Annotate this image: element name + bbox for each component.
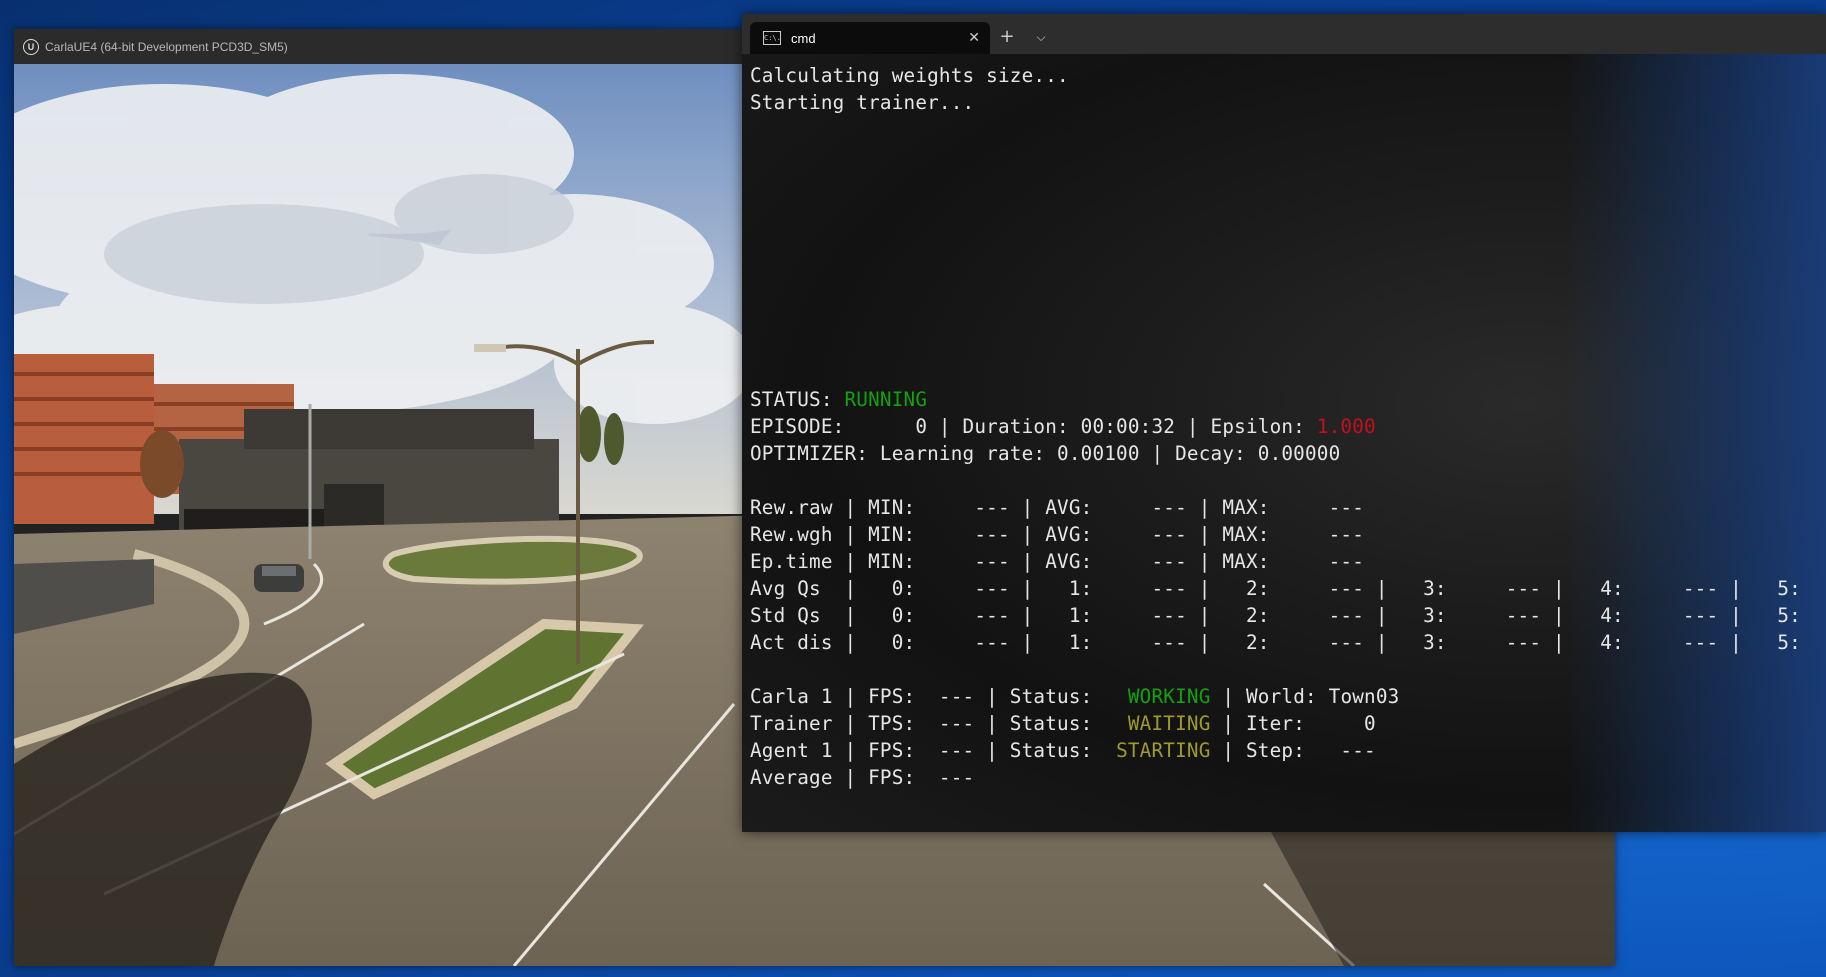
grass-island-far	[382, 535, 643, 585]
cmd-icon: C:\.	[763, 31, 781, 45]
dropdown-chevron-icon[interactable]: ⌵	[1024, 22, 1058, 54]
ep-time-line: Ep.time | MIN: --- | AVG: --- | MAX: ---	[750, 550, 1365, 573]
terminal-output[interactable]: Calculating weights size... Starting tra…	[742, 54, 1826, 832]
act-dis-line: Act dis | 0: --- | 1: --- | 2: --- | 3: …	[750, 631, 1801, 654]
std-qs-line: Std Qs | 0: --- | 1: --- | 2: --- | 3: -…	[750, 604, 1801, 627]
status-running: RUNNING	[844, 388, 928, 411]
unreal-logo-icon: U	[23, 38, 39, 55]
tab-close-icon[interactable]: ✕	[968, 29, 980, 46]
agent1-prefix: Agent 1 | FPS: --- | Status:	[750, 739, 1117, 762]
car	[254, 564, 304, 592]
trainer-suffix: | Iter: 0	[1210, 712, 1376, 735]
line-calculating: Calculating weights size...	[750, 64, 1069, 87]
rew-wgh-line: Rew.wgh | MIN: --- | AVG: --- | MAX: ---	[750, 523, 1365, 546]
epsilon-value: 1.000	[1316, 415, 1376, 438]
carla-window-title: CarlaUE4 (64-bit Development PCD3D_SM5)	[45, 39, 288, 54]
episode-line: EPISODE: 0 | Duration: 00:00:32 | Epsilo…	[750, 415, 1317, 438]
terminal-tabbar: C:\. cmd ✕ + ⌵	[742, 14, 1826, 54]
terminal-window[interactable]: C:\. cmd ✕ + ⌵ Calculating weights size.…	[742, 14, 1826, 832]
optimizer-line: OPTIMIZER: Learning rate: 0.00100 | Deca…	[750, 442, 1341, 465]
trainer-status: WAITING	[1127, 712, 1211, 735]
agent1-suffix: | Step: ---	[1210, 739, 1376, 762]
tab-cmd[interactable]: C:\. cmd ✕	[750, 22, 990, 54]
agent1-status: STARTING	[1116, 739, 1211, 762]
new-tab-button[interactable]: +	[990, 22, 1024, 54]
average-line: Average | FPS: ---	[750, 766, 975, 789]
status-label: STATUS:	[750, 388, 845, 411]
avg-qs-line: Avg Qs | 0: --- | 1: --- | 2: --- | 3: -…	[750, 577, 1801, 600]
line-starting: Starting trainer...	[750, 91, 975, 114]
trainer-prefix: Trainer | TPS: --- | Status:	[750, 712, 1128, 735]
rew-raw-line: Rew.raw | MIN: --- | AVG: --- | MAX: ---	[750, 496, 1365, 519]
carla1-suffix: | World: Town03	[1210, 685, 1400, 708]
tab-title: cmd	[791, 30, 816, 46]
carla1-prefix: Carla 1 | FPS: --- | Status:	[750, 685, 1128, 708]
carla1-status: WORKING	[1127, 685, 1211, 708]
